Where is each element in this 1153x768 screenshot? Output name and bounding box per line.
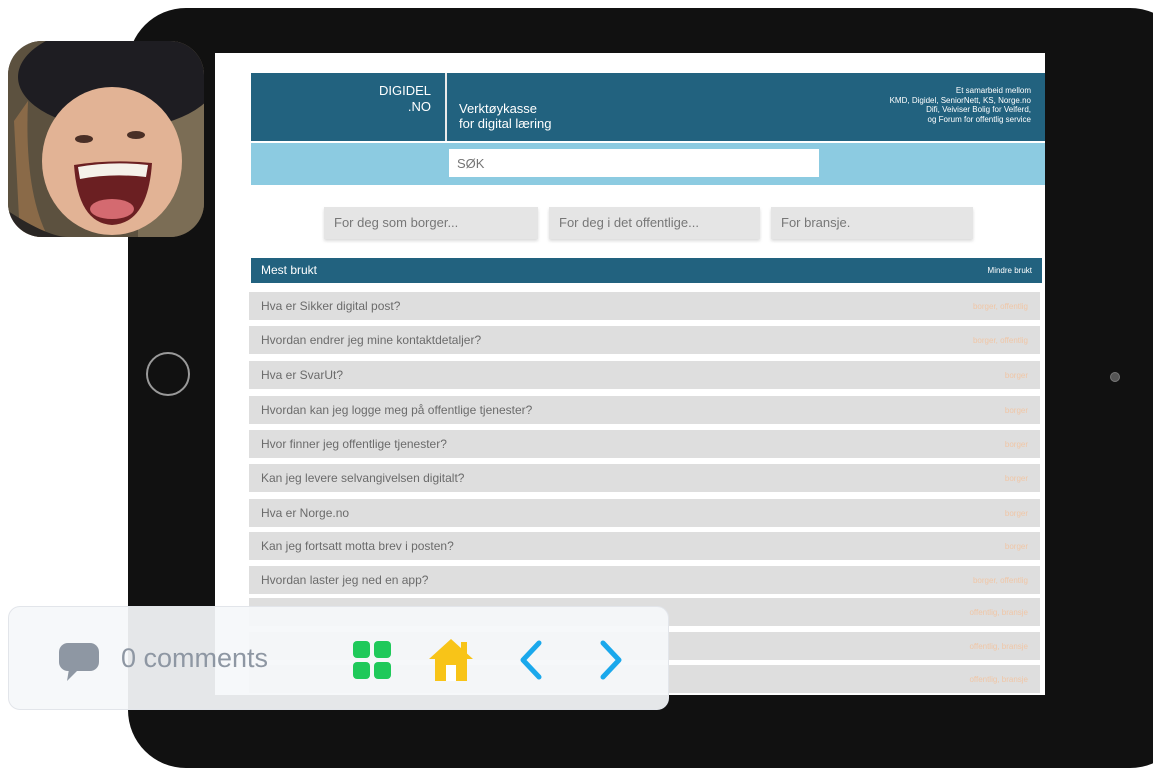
question-text: Kan jeg levere selvangivelsen digitalt? (261, 471, 465, 485)
comment-icon[interactable] (57, 639, 101, 683)
question-tags: borger (1004, 542, 1028, 551)
chevron-right-icon[interactable] (595, 639, 627, 681)
question-row[interactable]: Hvor finner jeg offentlige tjenester? bo… (249, 430, 1040, 458)
subtitle-line-2: for digital læring (459, 116, 552, 131)
collab-line: KMD, Digidel, SeniorNett, KS, Norge.no (889, 95, 1031, 105)
question-row[interactable]: Hvordan endrer jeg mine kontaktdetaljer?… (249, 326, 1040, 354)
section-header: Mest brukt Mindre brukt (251, 258, 1042, 283)
selfie-video-thumbnail[interactable] (8, 41, 204, 237)
home-icon[interactable] (427, 637, 475, 683)
audience-button-bransje[interactable]: For bransje. (771, 207, 973, 239)
question-text: Hva er Sikker digital post? (261, 299, 401, 313)
audience-button-borger[interactable]: For deg som borger... (324, 207, 538, 239)
question-row[interactable]: Hva er Norge.no borger (249, 499, 1040, 527)
collaboration-note: Et samarbeid mellom KMD, Digidel, Senior… (890, 86, 1031, 124)
question-row[interactable]: Hvordan kan jeg logge meg på offentlige … (249, 396, 1040, 424)
site-header: DIGIDEL .NO Verktøykasse for digital lær… (251, 73, 1045, 141)
question-text: Hvor finner jeg offentlige tjenester? (261, 437, 447, 451)
question-tags: borger, offentlig (972, 302, 1028, 311)
subtitle-line-1: Verktøykasse (459, 101, 538, 116)
collab-line: Difi, Veiviser Bolig for Velferd, (926, 105, 1031, 114)
search-bar (251, 143, 1045, 185)
site-subtitle: Verktøykasse for digital læring (459, 101, 552, 131)
question-text: Hvordan laster jeg ned en app? (261, 573, 429, 587)
question-tags: borger (1004, 509, 1028, 518)
question-row[interactable]: Kan jeg levere selvangivelsen digitalt? … (249, 464, 1040, 492)
question-text: Hvordan endrer jeg mine kontaktdetaljer? (261, 333, 482, 347)
question-text: Hva er SvarUt? (261, 368, 344, 382)
section-title: Mest brukt (261, 263, 318, 277)
question-tags: borger (1004, 406, 1028, 415)
site-logo[interactable]: DIGIDEL .NO (251, 73, 447, 141)
question-row[interactable]: Hva er SvarUt? borger (249, 361, 1040, 389)
question-tags: offentlig, bransje (969, 642, 1028, 651)
question-tags: borger, offentlig (972, 576, 1028, 585)
question-row[interactable]: Hva er Sikker digital post? borger, offe… (249, 292, 1040, 320)
brand-line-1: DIGIDEL (378, 83, 431, 98)
tablet-camera (1110, 372, 1120, 382)
brand-line-2: .NO (407, 99, 431, 114)
question-tags: offentlig, bransje (969, 608, 1028, 617)
chevron-left-icon[interactable] (515, 639, 547, 681)
bottom-toolbar: 0 comments (8, 606, 669, 710)
less-used-link[interactable]: Mindre brukt (988, 266, 1032, 275)
collab-line: og Forum for offentlig service (927, 114, 1031, 124)
search-input[interactable] (449, 149, 819, 177)
question-text: Hvordan kan jeg logge meg på offentlige … (261, 403, 533, 417)
question-row[interactable]: Hvordan laster jeg ned en app? borger, o… (249, 566, 1040, 594)
audience-button-offentlig[interactable]: For deg i det offentlige... (549, 207, 760, 239)
comments-count[interactable]: 0 comments (121, 643, 268, 674)
question-tags: borger (1004, 474, 1028, 483)
question-tags: borger, offentlig (972, 336, 1028, 345)
tablet-screen: DIGIDEL .NO Verktøykasse for digital lær… (215, 53, 1045, 695)
question-tags: borger (1004, 440, 1028, 449)
collab-line: Et samarbeid mellom (955, 86, 1031, 95)
grid-icon[interactable] (352, 640, 392, 680)
selfie-image (8, 41, 204, 237)
question-row[interactable]: Kan jeg fortsatt motta brev i posten? bo… (249, 532, 1040, 560)
question-tags: borger (1004, 371, 1028, 380)
question-tags: offentlig, bransje (969, 675, 1028, 684)
question-text: Kan jeg fortsatt motta brev i posten? (261, 539, 454, 553)
tablet-home-button (146, 352, 190, 396)
question-text: Hva er Norge.no (261, 506, 350, 520)
